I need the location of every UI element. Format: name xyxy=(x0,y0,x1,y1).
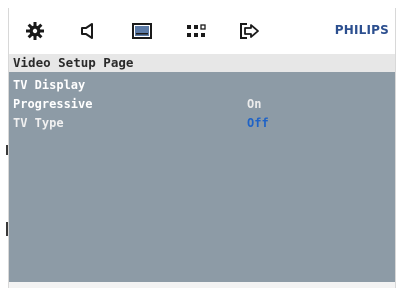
menu-item-label: TV Display xyxy=(13,78,86,92)
brand-logo: PHILIPS xyxy=(334,23,389,37)
setup-menu-window: PHILIPS Video Setup Page TV Display Prog… xyxy=(8,8,396,288)
general-setup-icon[interactable] xyxy=(22,20,48,42)
exit-icon[interactable] xyxy=(236,20,262,42)
menu-item-progressive[interactable]: Progressive On xyxy=(9,95,395,114)
page-title: Video Setup Page xyxy=(9,54,395,72)
menu-item-value[interactable]: Off xyxy=(247,114,269,133)
status-bar xyxy=(9,282,395,288)
menu-item-label: Progressive xyxy=(13,97,93,111)
menu-panel: TV Display Progressive On TV Type Off xyxy=(9,72,395,282)
video-setup-icon[interactable] xyxy=(129,20,155,42)
audio-setup-icon[interactable] xyxy=(75,20,101,42)
menu-item-value[interactable]: On xyxy=(247,95,261,114)
screen: PHILIPS Video Setup Page TV Display Prog… xyxy=(0,0,402,298)
preference-icon[interactable] xyxy=(183,20,209,42)
menu-item-tv-display[interactable]: TV Display xyxy=(9,76,395,95)
menu-item-label: TV Type xyxy=(13,116,64,130)
menu-item-tv-type[interactable]: TV Type Off xyxy=(9,114,395,133)
setup-toolbar: PHILIPS xyxy=(9,8,395,54)
